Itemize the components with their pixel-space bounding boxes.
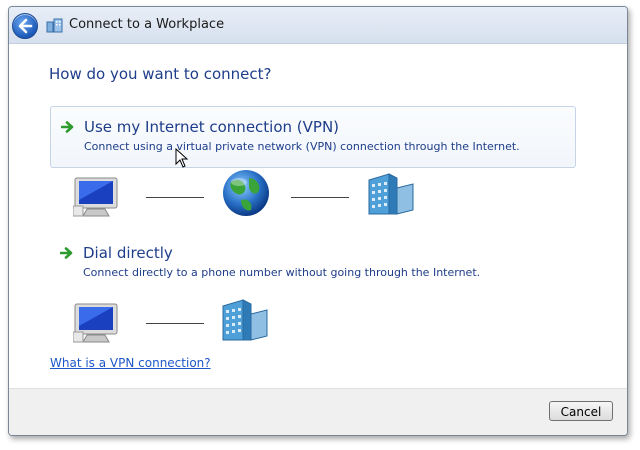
back-arrow-icon	[18, 18, 33, 34]
green-arrow-icon	[60, 247, 73, 259]
content-area: How do you want to connect? Use my Inter…	[9, 44, 627, 388]
option-vpn-description: Connect using a virtual private network …	[84, 140, 520, 153]
connection-line	[291, 197, 349, 198]
back-button[interactable]	[12, 13, 38, 39]
option-vpn-title: Use my Internet connection (VPN)	[84, 118, 340, 136]
title-bar: Connect to a Workplace	[9, 7, 627, 44]
workplace-network-icon	[46, 18, 63, 33]
mouse-cursor-icon	[175, 148, 189, 168]
connection-line	[146, 323, 204, 324]
globe-icon	[223, 170, 269, 216]
office-building-icon	[222, 299, 268, 341]
footer-bar: Cancel	[9, 388, 627, 435]
option-vpn[interactable]: Use my Internet connection (VPN) Connect…	[50, 106, 576, 168]
page-heading: How do you want to connect?	[49, 65, 272, 83]
office-building-icon	[368, 173, 414, 215]
cancel-button[interactable]: Cancel	[549, 401, 613, 421]
computer-icon	[73, 177, 118, 217]
help-link-vpn[interactable]: What is a VPN connection?	[50, 356, 211, 370]
connection-line	[146, 197, 204, 198]
connect-to-workplace-window: Connect to a Workplace How do you want t…	[8, 6, 628, 436]
computer-icon	[73, 303, 118, 343]
option-dial-description: Connect directly to a phone number witho…	[83, 266, 481, 279]
green-arrow-icon	[61, 121, 74, 133]
option-dial-directly[interactable]: Dial directly Connect directly to a phon…	[50, 233, 574, 293]
option-dial-title: Dial directly	[83, 244, 173, 262]
window-title: Connect to a Workplace	[69, 17, 225, 32]
